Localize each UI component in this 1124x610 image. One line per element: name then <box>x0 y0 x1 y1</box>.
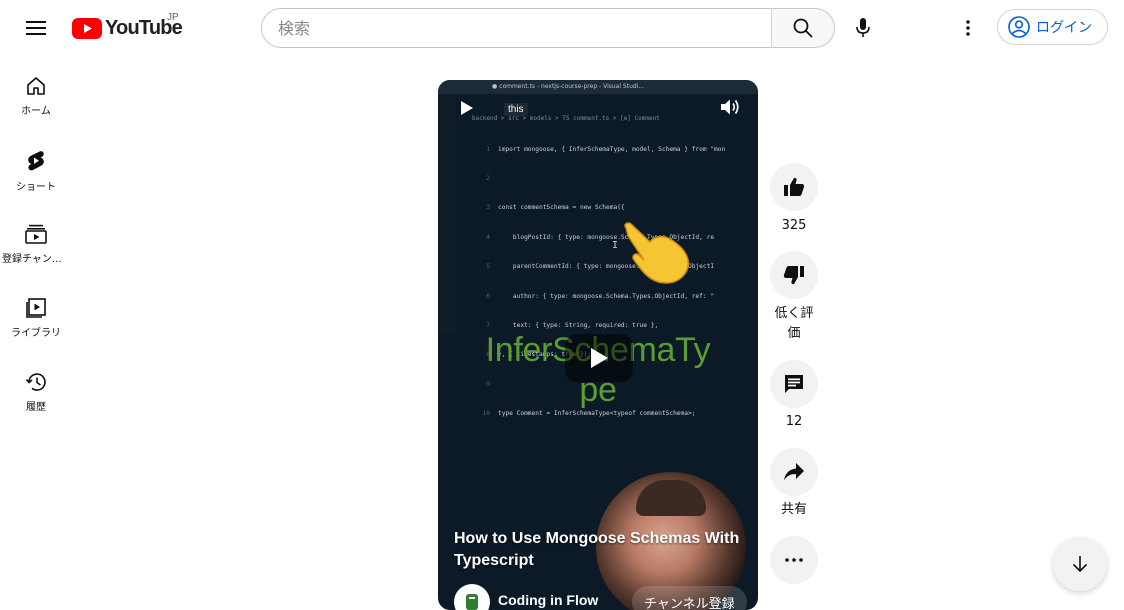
sidebar-item-label: ライブラリ <box>11 328 61 339</box>
search-icon <box>793 18 813 38</box>
like-count: 325 <box>781 218 807 233</box>
comments-button[interactable] <box>770 360 818 408</box>
channel-row: Coding in Flow チャンネル登録 <box>454 584 754 610</box>
channel-logo-icon <box>466 594 478 610</box>
search-button[interactable] <box>771 8 835 48</box>
subscriptions-icon <box>25 224 47 244</box>
search-box[interactable] <box>261 8 772 48</box>
share-label: 共有 <box>780 502 807 517</box>
play-icon <box>591 348 608 368</box>
more-vert-icon <box>966 20 970 36</box>
pointing-hand-emoji-icon <box>618 220 698 295</box>
sidebar-item-label: 履歴 <box>26 402 46 413</box>
more-actions-button[interactable] <box>770 536 818 584</box>
login-label: ログイン <box>1036 20 1092 36</box>
masthead: YouTube JP ログイン <box>0 0 1124 56</box>
comment-icon <box>785 375 803 393</box>
youtube-logo[interactable]: YouTube <box>72 14 183 42</box>
home-icon <box>27 77 45 95</box>
microphone-icon <box>856 18 870 37</box>
caption-tag: this <box>504 103 528 116</box>
sidebar-item-library[interactable]: ライブラリ <box>0 278 72 352</box>
video-frame-activity-bar <box>438 94 456 334</box>
shorts-player[interactable]: ● comment.ts - nextjs-course-prep - Visu… <box>438 80 758 610</box>
menu-button[interactable] <box>20 12 52 44</box>
code-line: 1 import mongoose, { InferSchemaType, mod… <box>486 145 726 153</box>
thumbs-up-icon <box>784 177 805 196</box>
search-input[interactable] <box>278 18 771 38</box>
code-line: 3 const commentSchema = new Schema({ <box>486 204 625 212</box>
volume-icon <box>721 99 739 115</box>
sidebar-item-home[interactable]: ホーム <box>0 56 72 130</box>
code-line: 2 <box>486 174 490 182</box>
sidebar-item-history[interactable]: 履歴 <box>0 352 72 426</box>
sidebar-item-label: 登録チャンネル <box>2 254 70 265</box>
more-horiz-icon <box>785 558 803 562</box>
volume-button[interactable] <box>720 98 740 121</box>
sidebar-item-label: ショート <box>16 182 56 193</box>
video-frame-breadcrumb: backend > src > models > TS comment.ts >… <box>472 115 660 122</box>
shorts-icon <box>28 151 44 171</box>
play-pause-button[interactable] <box>460 100 474 121</box>
dislike-label: 低く評価 <box>774 306 814 341</box>
video-title[interactable]: How to Use Mongoose Schemas With Typescr… <box>454 528 744 572</box>
share-button[interactable] <box>770 448 818 496</box>
video-frame-titlebar: ● comment.ts - nextjs-course-prep - Visu… <box>438 80 758 94</box>
account-circle-icon <box>1008 16 1030 38</box>
channel-name[interactable]: Coding in Flow <box>498 592 598 608</box>
dislike-button[interactable] <box>770 251 818 299</box>
like-button[interactable] <box>770 163 818 211</box>
center-play-button[interactable] <box>565 334 633 382</box>
video-frame-window-title: ● comment.ts - nextjs-course-prep - Visu… <box>492 83 645 90</box>
library-icon <box>26 298 46 318</box>
share-icon <box>784 463 804 481</box>
hamburger-icon <box>26 21 46 35</box>
comment-count: 12 <box>785 414 803 429</box>
arrow-down-icon <box>1072 556 1088 573</box>
sidebar-item-label: ホーム <box>21 106 51 117</box>
channel-avatar[interactable] <box>454 584 490 610</box>
subscribe-button[interactable]: チャンネル登録 <box>632 586 747 610</box>
thumbs-down-icon <box>783 266 804 285</box>
login-button[interactable]: ログイン <box>997 9 1108 45</box>
next-video-button[interactable] <box>1053 537 1107 591</box>
youtube-play-logo-icon <box>72 17 102 39</box>
sidebar-item-subscriptions[interactable]: 登録チャンネル <box>0 204 72 278</box>
play-icon <box>461 101 473 115</box>
history-icon <box>25 373 46 391</box>
region-code: JP <box>167 12 179 23</box>
settings-more-button[interactable] <box>948 8 988 48</box>
sidebar-item-shorts[interactable]: ショート <box>0 130 72 204</box>
voice-search-button[interactable] <box>843 8 883 48</box>
code-line: 10 type Comment = InferSchemaType<typeof … <box>482 410 696 418</box>
